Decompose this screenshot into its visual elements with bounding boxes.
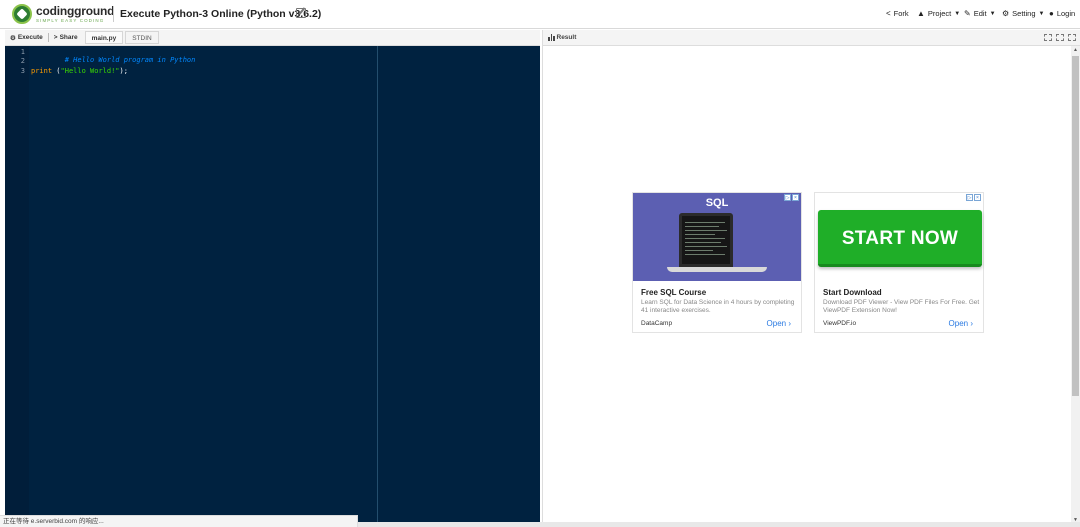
page-title: Execute Python-3 Online (Python v3.6.2) bbox=[120, 8, 322, 20]
logo-icon bbox=[12, 4, 32, 24]
logo-name: codingground bbox=[36, 3, 115, 18]
gear-icon: ⚙ bbox=[1002, 9, 1010, 18]
line-number: 3 bbox=[20, 67, 25, 75]
share-arrow-icon: > bbox=[53, 34, 58, 41]
line-gutter: 1 2 3 bbox=[5, 46, 29, 524]
chevron-right-icon: › bbox=[788, 319, 791, 328]
ad-image: SQL bbox=[633, 193, 801, 281]
editor-toolbar: ⚙ Execute > Share main.py STDIN bbox=[5, 30, 540, 46]
chevron-down-icon: ▼ bbox=[954, 10, 961, 17]
code-paren-close: ); bbox=[119, 67, 128, 75]
editor-panel: ⚙ Execute > Share main.py STDIN 1 2 3 # … bbox=[5, 30, 540, 524]
ad-title[interactable]: Free SQL Course bbox=[641, 288, 706, 297]
menu-fork-label: Fork bbox=[893, 9, 909, 18]
edit-title-icon[interactable] bbox=[296, 8, 306, 18]
code-string: "Hello World!" bbox=[60, 67, 120, 75]
menu-fork[interactable]: < Fork bbox=[886, 9, 909, 18]
code-paren-open: ( bbox=[52, 67, 61, 75]
ad-open-label: Open bbox=[766, 319, 787, 328]
share-label: Share bbox=[59, 34, 78, 41]
code-line-3: print ("Hello World!"); bbox=[31, 67, 128, 75]
scroll-up-icon[interactable]: ▲ bbox=[1071, 46, 1080, 54]
ad-card[interactable]: START NOW ▷ × Start Download Download PDF… bbox=[814, 192, 984, 333]
tab-main-py[interactable]: main.py bbox=[84, 31, 124, 44]
collapse-icon[interactable] bbox=[1056, 34, 1064, 41]
menu-project[interactable]: ▲ Project ▼ bbox=[917, 9, 960, 18]
ad-open-link[interactable]: Open › bbox=[767, 319, 791, 328]
ad-image-text: SQL bbox=[705, 197, 729, 209]
codingground-logo[interactable]: codingground SIMPLY EASY CODING bbox=[12, 3, 114, 25]
ad-source: DataCamp bbox=[641, 320, 673, 327]
ad-title[interactable]: Start Download bbox=[823, 288, 882, 297]
bar-chart-icon bbox=[548, 34, 555, 41]
expand-icon[interactable] bbox=[1068, 34, 1076, 41]
laptop-base bbox=[667, 267, 767, 272]
sitemap-icon: ▲ bbox=[917, 9, 925, 18]
chevron-right-icon: › bbox=[970, 319, 973, 328]
menu-project-label: Project bbox=[927, 9, 952, 18]
menu-setting-label: Setting bbox=[1012, 9, 1036, 18]
header-divider bbox=[113, 6, 114, 22]
share-button[interactable]: > Share bbox=[49, 30, 83, 46]
user-icon: ● bbox=[1049, 9, 1054, 18]
result-header: Result bbox=[548, 34, 576, 41]
browser-status-bar: 正在等待 e.serverbid.com 的响应... bbox=[0, 515, 358, 527]
share-icon: < bbox=[886, 9, 891, 18]
ad-choices-icon[interactable]: ▷ × bbox=[966, 194, 981, 201]
code-comment: # Hello World program in Python bbox=[64, 56, 196, 64]
top-header: codingground SIMPLY EASY CODING Execute … bbox=[0, 0, 1080, 29]
ad-source: ViewPDF.io bbox=[823, 320, 857, 327]
tab-stdin[interactable]: STDIN bbox=[125, 31, 159, 44]
execute-label: Execute bbox=[17, 34, 43, 41]
app-window: codingground SIMPLY EASY CODING Execute … bbox=[0, 0, 1080, 527]
ad-open-link[interactable]: Open › bbox=[949, 319, 973, 328]
execute-button[interactable]: ⚙ Execute bbox=[5, 30, 48, 46]
result-panel: Result SQL ▷ × Free SQL Course Learn SQL… bbox=[542, 30, 1080, 524]
code-editor[interactable]: 1 2 3 # Hello World program in Python pr… bbox=[5, 46, 540, 524]
laptop-icon bbox=[679, 213, 733, 267]
result-scrollbar[interactable]: ▲ ▼ bbox=[1071, 46, 1080, 524]
gears-icon: ⚙ bbox=[10, 34, 16, 42]
logo-tagline: SIMPLY EASY CODING bbox=[36, 17, 105, 23]
restore-icon[interactable] bbox=[1044, 34, 1052, 41]
menu-login-label: Login bbox=[1056, 9, 1076, 18]
start-now-button[interactable]: START NOW bbox=[818, 210, 982, 267]
chevron-down-icon: ▼ bbox=[1038, 10, 1045, 17]
result-output: SQL ▷ × Free SQL Course Learn SQL for Dat… bbox=[543, 46, 1080, 524]
ad-card[interactable]: SQL ▷ × Free SQL Course Learn SQL for Dat… bbox=[632, 192, 802, 333]
bottom-edge bbox=[358, 522, 1080, 527]
ad-image: START NOW bbox=[815, 193, 983, 281]
menu-login[interactable]: ● Login bbox=[1049, 9, 1075, 18]
code-keyword: print bbox=[31, 67, 53, 75]
chevron-down-icon: ▼ bbox=[989, 10, 996, 17]
edit-icon: ✎ bbox=[964, 9, 971, 18]
menu-setting[interactable]: ⚙ Setting ▼ bbox=[1002, 9, 1044, 18]
line-number: 1 bbox=[20, 48, 25, 56]
line-number: 2 bbox=[20, 57, 25, 65]
scroll-thumb[interactable] bbox=[1072, 56, 1079, 396]
print-margin bbox=[377, 46, 378, 524]
menu-edit[interactable]: ✎ Edit ▼ bbox=[964, 9, 996, 18]
menu-edit-label: Edit bbox=[973, 9, 987, 18]
result-toolbar: Result bbox=[543, 30, 1080, 46]
ad-description: Download PDF Viewer - View PDF Files For… bbox=[823, 299, 980, 314]
ad-open-label: Open bbox=[948, 319, 969, 328]
result-label: Result bbox=[556, 34, 577, 41]
ad-description: Learn SQL for Data Science in 4 hours by… bbox=[641, 299, 795, 314]
ad-choices-icon[interactable]: ▷ × bbox=[784, 194, 799, 201]
